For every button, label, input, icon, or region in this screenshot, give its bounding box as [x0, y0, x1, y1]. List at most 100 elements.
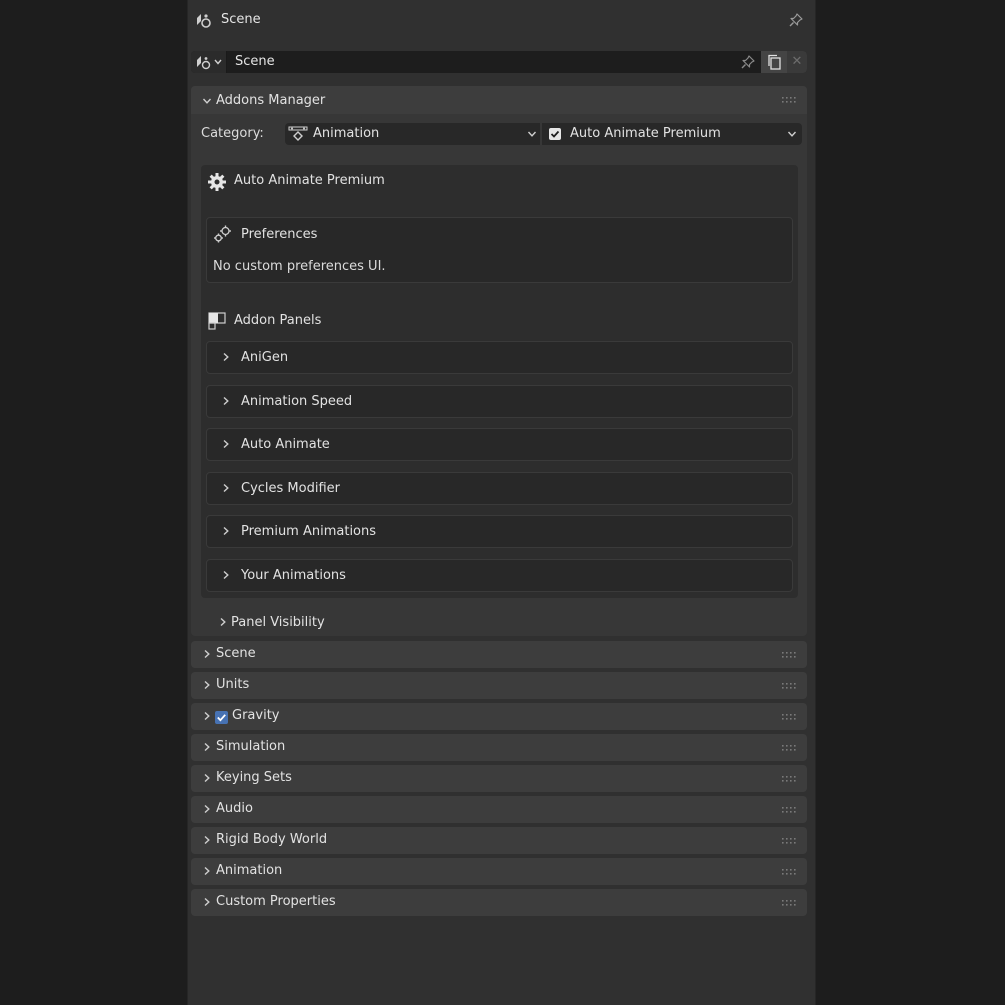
panel-header[interactable]: Animation [191, 858, 807, 888]
checkbox-checked-icon[interactable] [549, 128, 561, 140]
subpanel-premium-animations[interactable]: Premium Animations [206, 515, 793, 548]
chevron-right-icon [204, 649, 210, 659]
panel-animation[interactable]: Animation [191, 858, 807, 885]
panel-header[interactable]: Scene [191, 641, 807, 671]
chevron-right-icon [223, 439, 229, 449]
panel-label: Rigid Body World [216, 832, 328, 847]
subpanel-your-animations[interactable]: Your Animations [206, 559, 793, 592]
chevron-right-icon [204, 897, 210, 907]
subpanel-label: Auto Animate [241, 437, 330, 452]
panel-label: Gravity [232, 708, 280, 723]
drag-handle-icon[interactable] [782, 745, 796, 751]
panel-header[interactable]: Keying Sets [191, 765, 807, 795]
chevron-right-icon [204, 742, 210, 752]
panel-simulation[interactable]: Simulation [191, 734, 807, 761]
drag-handle-icon[interactable] [782, 838, 796, 844]
drag-handle-icon[interactable] [782, 869, 796, 875]
chevron-right-icon [223, 483, 229, 493]
panel-header[interactable]: Simulation [191, 734, 807, 764]
addon-title: Auto Animate Premium [234, 173, 385, 188]
addon-dropdown[interactable]: Auto Animate Premium [542, 123, 802, 145]
duplicate-button[interactable] [761, 51, 787, 73]
subpanel-label: Cycles Modifier [241, 481, 340, 496]
chevron-down-icon [787, 131, 797, 137]
panel-label: Audio [216, 801, 253, 816]
panel-custom-properties[interactable]: Custom Properties [191, 889, 807, 916]
properties-editor: Scene Scene ✕ Addons Manager Category: A… [187, 0, 816, 1005]
id-type-button[interactable] [191, 51, 227, 73]
chevron-right-icon [204, 680, 210, 690]
panel-label: Keying Sets [216, 770, 292, 785]
subpanel-cycles-modifier[interactable]: Cycles Modifier [206, 472, 793, 505]
panel-label: Custom Properties [216, 894, 336, 909]
panel-header[interactable]: Audio [191, 796, 807, 826]
panel-scene[interactable]: Scene [191, 641, 807, 668]
addon-panels-title: Addon Panels [234, 313, 322, 328]
preferences-box: Preferences No custom preferences UI. [206, 217, 793, 283]
subpanel-auto-animate[interactable]: Auto Animate [206, 428, 793, 461]
subpanel-animation-speed[interactable]: Animation Speed [206, 385, 793, 418]
addons-manager-header[interactable]: Addons Manager [191, 86, 807, 114]
drag-handle-icon[interactable] [782, 683, 796, 689]
chevron-down-icon [214, 59, 222, 65]
panel-header[interactable]: Custom Properties [191, 889, 807, 919]
panel-keying-sets[interactable]: Keying Sets [191, 765, 807, 792]
panel-gravity[interactable]: Gravity [191, 703, 807, 730]
addons-manager-title: Addons Manager [216, 93, 326, 108]
duplicate-icon [768, 54, 781, 70]
drag-handle-icon[interactable] [782, 776, 796, 782]
panel-label: Simulation [216, 739, 286, 754]
panel-visibility-toggle[interactable]: Panel Visibility [231, 615, 325, 630]
chevron-right-icon [223, 352, 229, 362]
preferences-gear-icon [214, 225, 231, 243]
panel-rigid-body-world[interactable]: Rigid Body World [191, 827, 807, 854]
chevron-down-icon [202, 98, 212, 104]
chevron-right-icon [223, 570, 229, 580]
subpanel-label: Your Animations [241, 568, 346, 583]
drag-handle-icon[interactable] [782, 652, 796, 658]
panel-units[interactable]: Units [191, 672, 807, 699]
unlink-button[interactable]: ✕ [787, 51, 807, 73]
panel-header[interactable]: Units [191, 672, 807, 702]
category-label: Category: [201, 126, 264, 141]
panel-label: Units [216, 677, 250, 692]
editor-header: Scene [188, 0, 815, 41]
chevron-right-icon [204, 773, 210, 783]
gravity-checkbox[interactable] [215, 711, 228, 724]
window-icon [208, 312, 226, 330]
drag-handle-icon[interactable] [782, 97, 796, 103]
chevron-right-icon [204, 866, 210, 876]
chevron-right-icon [204, 835, 210, 845]
chevron-right-icon[interactable] [218, 617, 228, 627]
drag-handle-icon[interactable] [782, 900, 796, 906]
panel-audio[interactable]: Audio [191, 796, 807, 823]
preferences-message: No custom preferences UI. [213, 259, 386, 274]
chevron-right-icon [223, 526, 229, 536]
scene-icon [197, 56, 211, 70]
chevron-down-icon [527, 131, 537, 137]
drag-handle-icon[interactable] [782, 807, 796, 813]
editor-title: Scene [221, 12, 261, 27]
scene-id-selector: Scene ✕ [191, 51, 807, 73]
chevron-right-icon [223, 396, 229, 406]
scene-name-field[interactable]: Scene [235, 54, 275, 69]
panel-header[interactable]: Gravity [191, 703, 807, 733]
preferences-title: Preferences [241, 227, 318, 242]
panel-header[interactable]: Rigid Body World [191, 827, 807, 857]
chevron-right-icon [204, 804, 210, 814]
animation-icon [288, 126, 308, 141]
addons-manager-panel: Addons Manager Category: Animation Auto … [191, 86, 807, 636]
panel-label: Animation [216, 863, 283, 878]
gear-icon [208, 173, 226, 191]
subpanel-label: Animation Speed [241, 394, 353, 409]
fake-user-pin-icon[interactable] [740, 54, 756, 70]
subpanel-label: Premium Animations [241, 524, 377, 539]
category-dropdown[interactable]: Animation [285, 123, 540, 145]
pin-icon[interactable] [788, 12, 804, 28]
addon-value: Auto Animate Premium [570, 126, 721, 141]
chevron-right-icon [204, 711, 210, 721]
panel-label: Scene [216, 646, 256, 661]
category-value: Animation [313, 126, 380, 141]
drag-handle-icon[interactable] [782, 714, 796, 720]
subpanel-anigen[interactable]: AniGen [206, 341, 793, 374]
